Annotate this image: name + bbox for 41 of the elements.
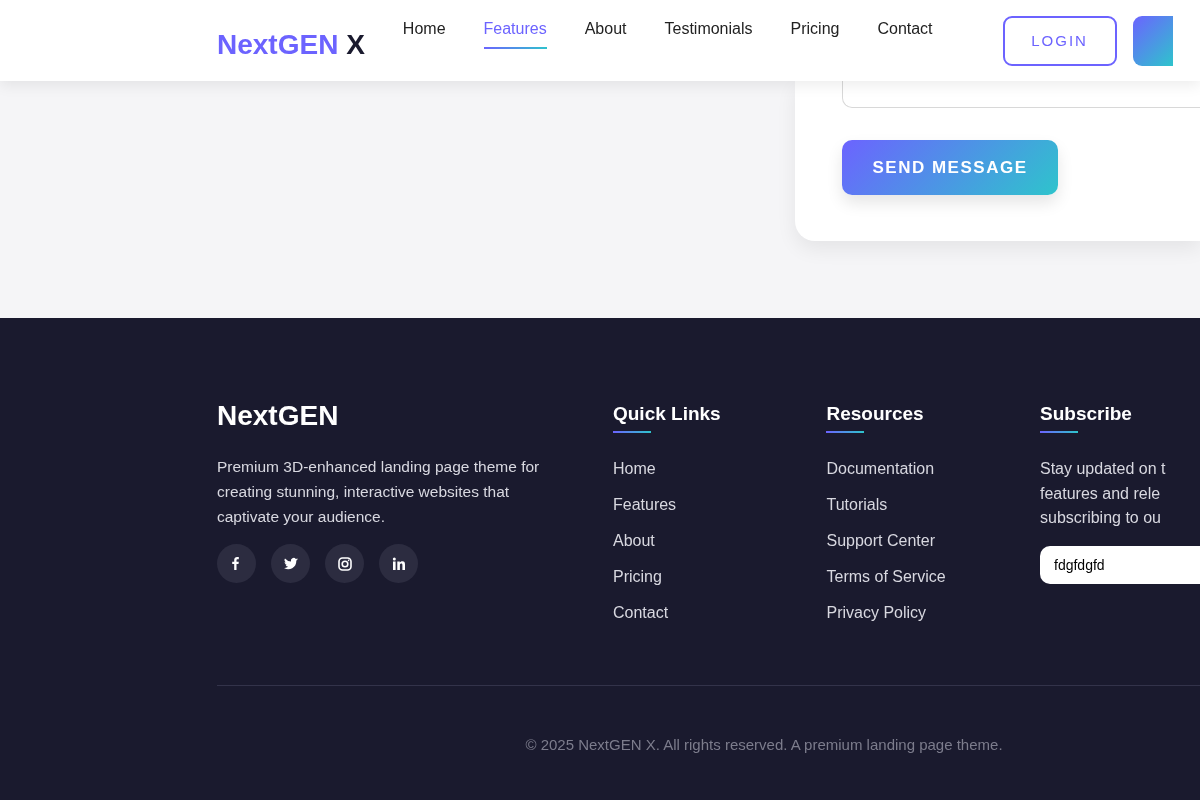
instagram-icon bbox=[336, 555, 353, 572]
social-link[interactable] bbox=[325, 544, 364, 583]
signup-button[interactable] bbox=[1132, 16, 1173, 66]
subscribe-text: subscribing to ou bbox=[1040, 508, 1162, 528]
footer-heading: Subscribe bbox=[1040, 402, 1132, 425]
nav-link[interactable]: Features bbox=[483, 17, 547, 49]
login-button[interactable]: LOGIN bbox=[1002, 16, 1117, 66]
linkedin-icon bbox=[390, 555, 407, 572]
footer-logo: NextGEN bbox=[217, 402, 340, 430]
nav-link[interactable]: Contact bbox=[877, 17, 933, 49]
heading-underline bbox=[612, 431, 651, 433]
copyright-text: © 2025 NextGEN X. All rights reserved. A premium landing page theme. bbox=[524, 735, 1004, 755]
heading-underline bbox=[1040, 431, 1078, 433]
footer-link[interactable]: Support Center bbox=[826, 529, 935, 552]
nav-link[interactable]: Home bbox=[402, 17, 446, 49]
twitter-icon bbox=[282, 555, 299, 572]
footer-link[interactable]: About bbox=[612, 529, 655, 552]
footer-heading: Quick Links bbox=[612, 402, 721, 425]
footer-link[interactable]: Privacy Policy bbox=[826, 601, 927, 624]
footer-link[interactable]: Tutorials bbox=[826, 493, 888, 516]
footer-link[interactable]: Contact bbox=[612, 601, 669, 624]
social-link[interactable] bbox=[379, 544, 418, 583]
footer-heading: Resources bbox=[826, 402, 924, 425]
email-field[interactable]: fdgfdgfd bbox=[1040, 545, 1200, 584]
social-link[interactable] bbox=[271, 544, 310, 583]
footer-link[interactable]: Pricing bbox=[612, 565, 662, 588]
footer-link[interactable]: Documentation bbox=[826, 457, 935, 480]
footer-link[interactable]: Features bbox=[612, 493, 677, 516]
send-message-button[interactable]: SEND MESSAGE bbox=[842, 140, 1058, 195]
subscribe-text: Stay updated on t bbox=[1040, 459, 1167, 479]
nav-link[interactable]: Pricing bbox=[790, 17, 840, 49]
social-link[interactable] bbox=[217, 544, 256, 583]
heading-underline bbox=[826, 431, 865, 433]
logo[interactable]: NextGEN X bbox=[217, 24, 365, 66]
subscribe-text: features and rele bbox=[1040, 483, 1162, 504]
footer-description: Premium 3D-enhanced landing page theme for creating stunning, interactive websites that captivate your audience. bbox=[217, 457, 541, 527]
message-field[interactable] bbox=[842, 81, 1200, 108]
nav-link[interactable]: Testimonials bbox=[664, 17, 753, 49]
footer-link[interactable]: Terms of Service bbox=[826, 565, 946, 588]
footer-link[interactable]: Home bbox=[612, 457, 656, 480]
nav-link[interactable]: About bbox=[584, 17, 627, 49]
